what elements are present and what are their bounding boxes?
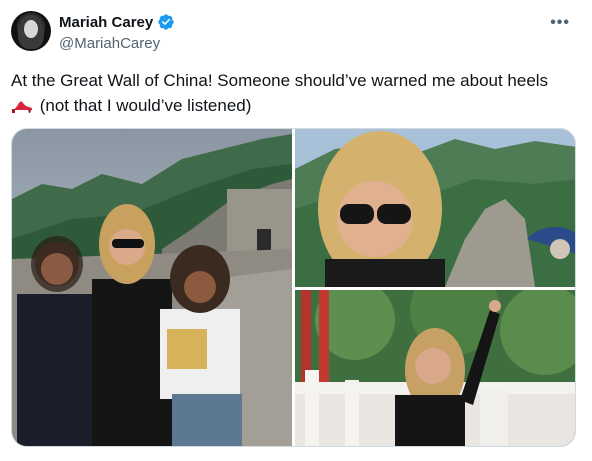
display-name[interactable]: Mariah Carey <box>59 14 153 31</box>
media-grid <box>11 128 576 447</box>
tweet-text-line-2: (not that I would’ve listened) <box>39 96 252 115</box>
photo-sunglasses-closeup[interactable] <box>295 129 575 287</box>
name-row: Mariah Carey <box>59 13 175 31</box>
tweet-text-line-2-row: (not that I would’ve listened) <box>11 93 581 118</box>
tweet-text: At the Great Wall of China! Someone shou… <box>11 68 581 118</box>
high-heel-icon <box>11 95 33 113</box>
verified-badge-icon <box>157 13 175 31</box>
tweet-text-line-1: At the Great Wall of China! Someone shou… <box>11 71 549 90</box>
avatar-face <box>24 20 38 38</box>
photo-waving-railing[interactable] <box>295 290 575 446</box>
photo-family-great-wall[interactable] <box>12 129 292 446</box>
more-options-icon[interactable]: ••• <box>550 14 570 32</box>
avatar[interactable] <box>11 11 51 51</box>
user-handle[interactable]: @MariahCarey <box>59 35 160 52</box>
